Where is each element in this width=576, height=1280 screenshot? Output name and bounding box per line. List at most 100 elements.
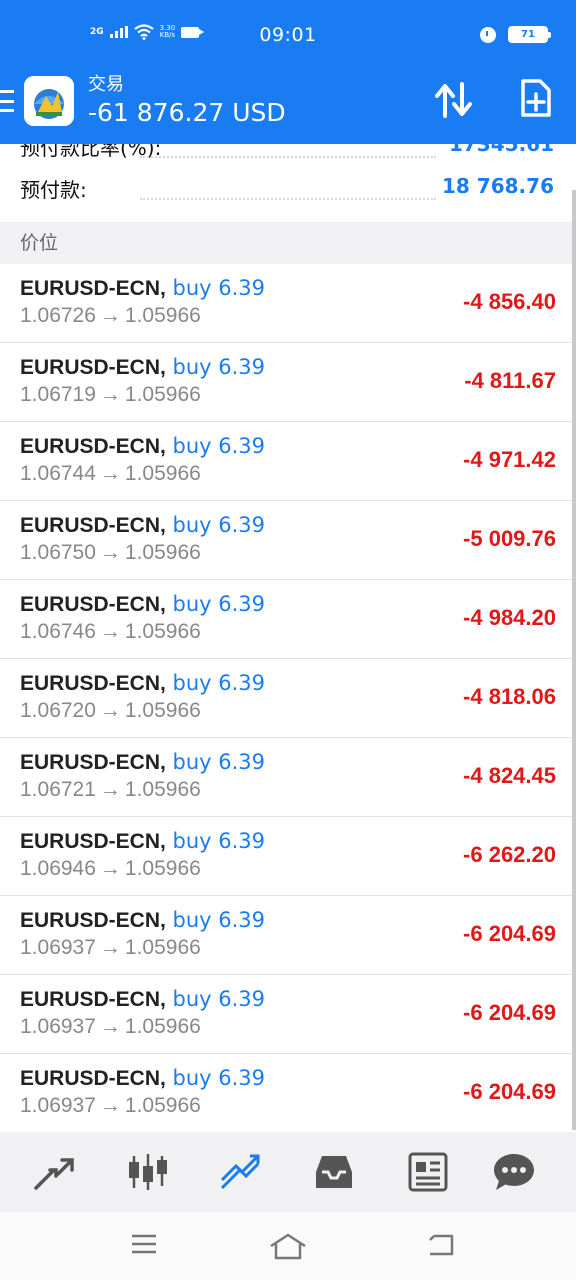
order-side-volume: buy 6.39: [172, 829, 266, 853]
open-price: 1.06719: [20, 383, 96, 406]
summary-value: 17345.61: [448, 144, 554, 156]
current-price: 1.05966: [124, 541, 201, 564]
scrollbar[interactable]: [572, 190, 576, 1130]
arrow-right-icon: →: [99, 778, 121, 801]
alarm-icon: [480, 26, 496, 43]
position-header: EURUSD-ECN, buy 6.39: [20, 750, 265, 775]
position-row[interactable]: EURUSD-ECN, buy 6.39 1.06937 → 1.05966 -6 20…: [0, 975, 576, 1054]
current-price: 1.05966: [124, 778, 201, 801]
symbol-label: EURUSD-ECN,: [20, 277, 166, 300]
position-row[interactable]: EURUSD-ECN, buy 6.39 1.06746 → 1.05966 -4 98…: [0, 580, 576, 659]
status-bar: 2G 3.30 KB/s 09:01 71: [0, 0, 576, 70]
profit-value: -6 204.69: [463, 1079, 556, 1104]
hamburger-menu-icon[interactable]: [0, 90, 14, 112]
open-price: 1.06720: [20, 699, 96, 722]
position-row[interactable]: EURUSD-ECN, buy 6.39 1.06721 → 1.05966 -4 82…: [0, 738, 576, 817]
arrow-right-icon: →: [99, 1094, 121, 1117]
open-price: 1.06937: [20, 1015, 96, 1038]
symbol-label: EURUSD-ECN,: [20, 988, 166, 1011]
current-price: 1.05966: [124, 1015, 201, 1038]
section-title: 价位: [20, 232, 59, 254]
arrow-right-icon: →: [99, 1015, 121, 1038]
order-side-volume: buy 6.39: [172, 908, 266, 932]
chart-candles-icon[interactable]: [126, 1150, 170, 1194]
price-line: 1.06937 → 1.05966: [20, 936, 201, 960]
new-document-icon[interactable]: [518, 78, 554, 118]
section-header: 价位: [0, 222, 576, 264]
open-price: 1.06744: [20, 462, 96, 485]
price-line: 1.06744 → 1.05966: [20, 462, 201, 486]
open-price: 1.06750: [20, 541, 96, 564]
order-side-volume: buy 6.39: [172, 513, 266, 537]
summary-value: 18 768.76: [442, 174, 554, 198]
profit-value: -4 811.67: [464, 368, 556, 393]
open-price: 1.06721: [20, 778, 96, 801]
price-line: 1.06721 → 1.05966: [20, 778, 201, 802]
summary-row-margin: 预付款: 18 768.76: [0, 174, 576, 210]
sort-arrows-icon[interactable]: [434, 82, 474, 118]
page-title: 交易: [88, 74, 124, 95]
position-header: EURUSD-ECN, buy 6.39: [20, 908, 265, 933]
position-row[interactable]: EURUSD-ECN, buy 6.39 1.06750 → 1.05966 -5 00…: [0, 501, 576, 580]
position-header: EURUSD-ECN, buy 6.39: [20, 276, 265, 301]
price-line: 1.06750 → 1.05966: [20, 541, 201, 565]
summary-label: 预付款:: [20, 178, 87, 202]
symbol-label: EURUSD-ECN,: [20, 593, 166, 616]
symbol-label: EURUSD-ECN,: [20, 514, 166, 537]
profit-value: -6 262.20: [463, 842, 556, 867]
current-price: 1.05966: [124, 620, 201, 643]
current-price: 1.05966: [124, 304, 201, 327]
position-header: EURUSD-ECN, buy 6.39: [20, 987, 265, 1012]
profit-value: -6 204.69: [463, 921, 556, 946]
open-price: 1.06937: [20, 936, 96, 959]
current-price: 1.05966: [124, 1094, 201, 1117]
symbol-label: EURUSD-ECN,: [20, 830, 166, 853]
position-row[interactable]: EURUSD-ECN, buy 6.39 1.06946 → 1.05966 -6 26…: [0, 817, 576, 896]
bottom-nav: [0, 1132, 576, 1212]
home-icon[interactable]: [268, 1232, 308, 1264]
quotes-icon[interactable]: [34, 1150, 78, 1194]
symbol-label: EURUSD-ECN,: [20, 356, 166, 379]
history-inbox-icon[interactable]: [312, 1150, 356, 1194]
order-side-volume: buy 6.39: [172, 276, 266, 300]
profit-value: -4 971.42: [463, 447, 556, 472]
status-right: 71: [480, 26, 551, 43]
position-row[interactable]: EURUSD-ECN, buy 6.39 1.06726 → 1.05966 -4 85…: [0, 264, 576, 343]
current-price: 1.05966: [124, 699, 201, 722]
price-line: 1.06719 → 1.05966: [20, 383, 201, 407]
position-row[interactable]: EURUSD-ECN, buy 6.39 1.06744 → 1.05966 -4 97…: [0, 422, 576, 501]
price-line: 1.06937 → 1.05966: [20, 1015, 201, 1039]
app-logo: [24, 76, 74, 126]
back-icon[interactable]: [424, 1232, 456, 1262]
order-side-volume: buy 6.39: [172, 355, 266, 379]
positions-list: EURUSD-ECN, buy 6.39 1.06726 → 1.05966 -4 85…: [0, 264, 576, 1132]
order-side-volume: buy 6.39: [172, 592, 266, 616]
trade-icon[interactable]: [218, 1150, 262, 1194]
position-header: EURUSD-ECN, buy 6.39: [20, 434, 265, 459]
position-row[interactable]: EURUSD-ECN, buy 6.39 1.06937 → 1.05966 -6 20…: [0, 896, 576, 975]
profit-value: -4 818.06: [463, 684, 556, 709]
summary-row-margin-level: 预付款比率(%): 17345.61: [0, 144, 576, 168]
symbol-label: EURUSD-ECN,: [20, 751, 166, 774]
battery-level: 71: [521, 29, 535, 40]
chat-icon[interactable]: [492, 1150, 536, 1194]
dotted-leader: [140, 198, 436, 200]
open-price: 1.06746: [20, 620, 96, 643]
menu-icon[interactable]: [130, 1232, 158, 1260]
position-row[interactable]: EURUSD-ECN, buy 6.39 1.06719 → 1.05966 -4 81…: [0, 343, 576, 422]
news-icon[interactable]: [406, 1150, 450, 1194]
arrow-right-icon: →: [99, 304, 121, 327]
position-header: EURUSD-ECN, buy 6.39: [20, 355, 265, 380]
open-price: 1.06946: [20, 857, 96, 880]
position-header: EURUSD-ECN, buy 6.39: [20, 513, 265, 538]
profit-value: -4 856.40: [463, 289, 556, 314]
position-row[interactable]: EURUSD-ECN, buy 6.39 1.06937 → 1.05966 -6 20…: [0, 1054, 576, 1132]
position-row[interactable]: EURUSD-ECN, buy 6.39 1.06720 → 1.05966 -4 81…: [0, 659, 576, 738]
dotted-leader: [140, 156, 436, 158]
summary-label: 预付款比率(%):: [20, 144, 162, 160]
symbol-label: EURUSD-ECN,: [20, 1067, 166, 1090]
order-side-volume: buy 6.39: [172, 434, 266, 458]
battery-icon: 71: [508, 26, 551, 43]
arrow-right-icon: →: [99, 462, 121, 485]
symbol-label: EURUSD-ECN,: [20, 909, 166, 932]
